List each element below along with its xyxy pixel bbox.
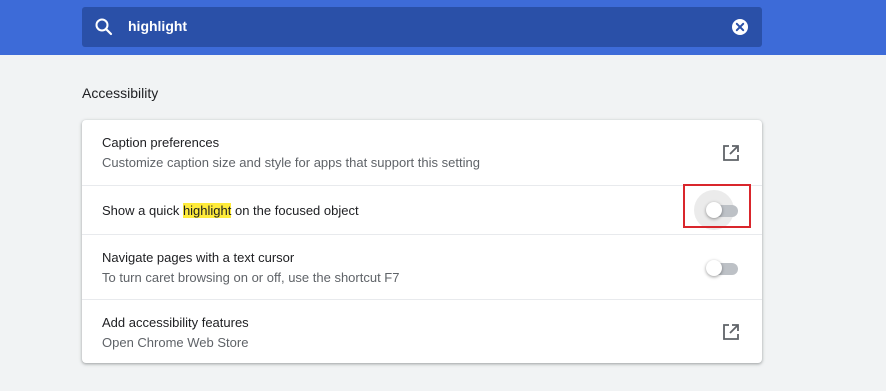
row-title: Navigate pages with a text cursor (102, 250, 295, 265)
row-title: Show a quick highlight on the focused ob… (102, 203, 359, 218)
focus-highlight-row[interactable]: Show a quick highlight on the focused ob… (82, 185, 762, 234)
row-subtitle: Customize caption size and style for app… (102, 155, 480, 170)
close-circle-icon[interactable] (730, 17, 750, 37)
settings-header: highlight (0, 0, 886, 55)
row-subtitle: To turn caret browsing on or off, use th… (102, 270, 400, 285)
search-icon (95, 18, 113, 36)
search-box[interactable]: highlight (82, 7, 762, 47)
add-accessibility-features-row[interactable]: Add accessibility features Open Chrome W… (82, 299, 762, 363)
row-title: Caption preferences (102, 135, 220, 150)
search-input[interactable]: highlight (128, 18, 187, 34)
caret-browsing-toggle[interactable] (706, 259, 740, 277)
settings-card: Caption preferences Customize caption si… (82, 120, 762, 363)
caret-browsing-row[interactable]: Navigate pages with a text cursor To tur… (82, 234, 762, 299)
search-match-highlight: highlight (182, 203, 232, 218)
caption-preferences-row[interactable]: Caption preferences Customize caption si… (82, 120, 762, 185)
external-link-icon[interactable] (722, 144, 740, 162)
title-before: Show a quick (102, 203, 183, 218)
section-title: Accessibility (82, 85, 159, 101)
toggle-knob (706, 260, 722, 276)
row-title: Add accessibility features (102, 315, 249, 330)
external-link-icon[interactable] (722, 323, 740, 341)
annotation-highlight-box (683, 184, 751, 228)
row-subtitle: Open Chrome Web Store (102, 335, 249, 350)
title-after: on the focused object (231, 203, 359, 218)
